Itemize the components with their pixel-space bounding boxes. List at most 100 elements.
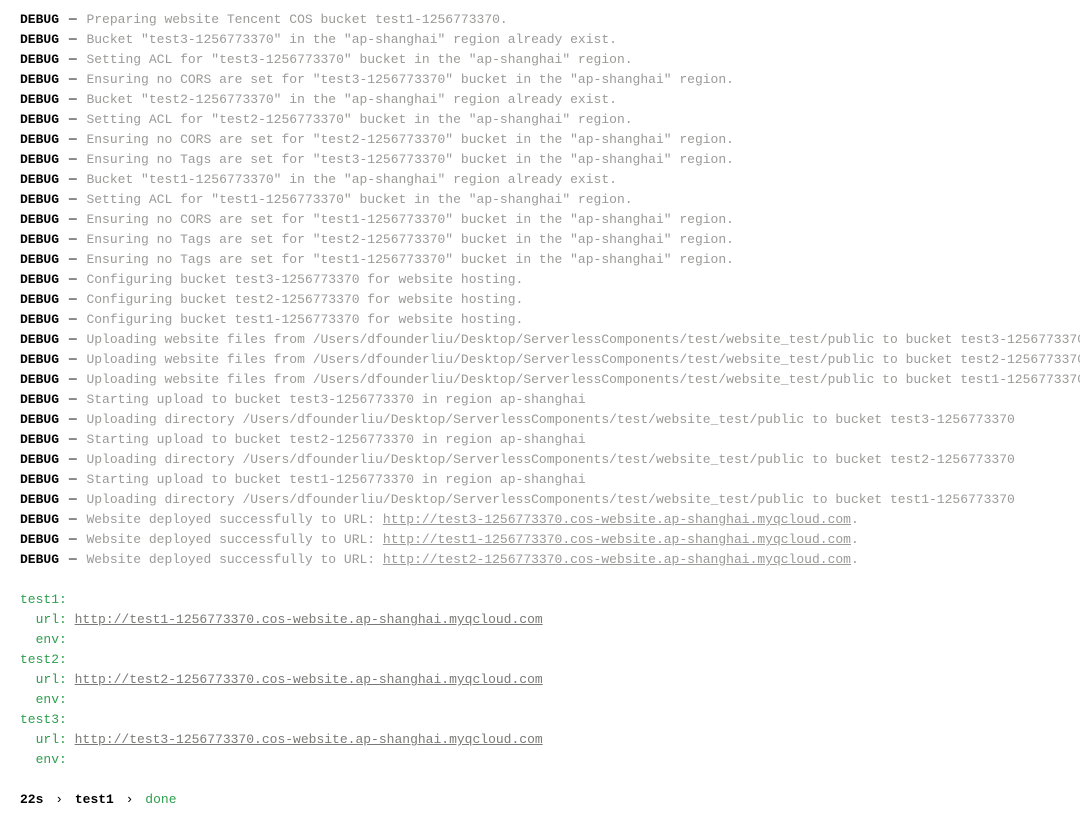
log-line: DEBUG ─ Configuring bucket test2-1256773…	[20, 290, 1060, 310]
log-line: DEBUG ─ Bucket "test2-1256773370" in the…	[20, 90, 1060, 110]
deployed-url-link[interactable]: http://test3-1256773370.cos-website.ap-s…	[383, 512, 851, 527]
log-line: DEBUG ─ Configuring bucket test1-1256773…	[20, 310, 1060, 330]
log-message: Uploading directory /Users/dfounderliu/D…	[86, 412, 1014, 427]
output-name: test3:	[20, 710, 1060, 730]
log-level: DEBUG	[20, 312, 59, 327]
output-url-key: url:	[36, 612, 75, 627]
log-message: Setting ACL for "test3-1256773370" bucke…	[86, 52, 632, 67]
log-message: Bucket "test2-1256773370" in the "ap-sha…	[86, 92, 617, 107]
log-level: DEBUG	[20, 532, 59, 547]
log-dash: ─	[69, 372, 77, 387]
deployed-url-link[interactable]: http://test2-1256773370.cos-website.ap-s…	[383, 552, 851, 567]
output-url-link[interactable]: http://test3-1256773370.cos-website.ap-s…	[75, 732, 543, 747]
output-env-line: env:	[20, 630, 1060, 650]
log-dash: ─	[69, 92, 77, 107]
log-level: DEBUG	[20, 292, 59, 307]
log-line: DEBUG ─ Ensuring no CORS are set for "te…	[20, 130, 1060, 150]
output-env-key: env:	[36, 692, 67, 707]
log-level: DEBUG	[20, 152, 59, 167]
log-line: DEBUG ─ Uploading directory /Users/dfoun…	[20, 490, 1060, 510]
output-key: test2:	[20, 652, 67, 667]
log-level: DEBUG	[20, 352, 59, 367]
log-level: DEBUG	[20, 372, 59, 387]
log-dash: ─	[69, 152, 77, 167]
log-dash: ─	[69, 392, 77, 407]
log-message: Ensuring no CORS are set for "test2-1256…	[86, 132, 734, 147]
log-dash: ─	[69, 552, 77, 567]
log-message: Website deployed successfully to URL:	[86, 532, 382, 547]
log-line: DEBUG ─ Preparing website Tencent COS bu…	[20, 10, 1060, 30]
log-line: DEBUG ─ Configuring bucket test3-1256773…	[20, 270, 1060, 290]
output-url-link[interactable]: http://test1-1256773370.cos-website.ap-s…	[75, 612, 543, 627]
log-dash: ─	[69, 272, 77, 287]
deployed-url-link[interactable]: http://test1-1256773370.cos-website.ap-s…	[383, 532, 851, 547]
log-message: Bucket "test3-1256773370" in the "ap-sha…	[86, 32, 617, 47]
log-message: Uploading website files from /Users/dfou…	[86, 352, 1080, 367]
log-dash: ─	[69, 32, 77, 47]
log-suffix: .	[851, 532, 859, 547]
log-level: DEBUG	[20, 72, 59, 87]
log-level: DEBUG	[20, 552, 59, 567]
log-dash: ─	[69, 532, 77, 547]
log-level: DEBUG	[20, 512, 59, 527]
log-line: DEBUG ─ Starting upload to bucket test1-…	[20, 470, 1060, 490]
log-dash: ─	[69, 212, 77, 227]
log-level: DEBUG	[20, 12, 59, 27]
log-line: DEBUG ─ Starting upload to bucket test3-…	[20, 390, 1060, 410]
status-time: 22s	[20, 792, 43, 807]
log-line: DEBUG ─ Setting ACL for "test1-125677337…	[20, 190, 1060, 210]
output-url-link[interactable]: http://test2-1256773370.cos-website.ap-s…	[75, 672, 543, 687]
log-message: Uploading website files from /Users/dfou…	[86, 372, 1080, 387]
log-message: Configuring bucket test1-1256773370 for …	[86, 312, 523, 327]
log-dash: ─	[69, 12, 77, 27]
log-line: DEBUG ─ Uploading directory /Users/dfoun…	[20, 450, 1060, 470]
log-dash: ─	[69, 452, 77, 467]
log-message: Bucket "test1-1256773370" in the "ap-sha…	[86, 172, 617, 187]
status-sep-2: ›	[126, 792, 134, 807]
log-suffix: .	[851, 512, 859, 527]
log-line: DEBUG ─ Website deployed successfully to…	[20, 550, 1060, 570]
log-message: Ensuring no Tags are set for "test2-1256…	[86, 232, 734, 247]
log-level: DEBUG	[20, 112, 59, 127]
log-dash: ─	[69, 52, 77, 67]
output-url-line: url: http://test2-1256773370.cos-website…	[20, 670, 1060, 690]
log-dash: ─	[69, 132, 77, 147]
log-message: Setting ACL for "test2-1256773370" bucke…	[86, 112, 632, 127]
log-level: DEBUG	[20, 212, 59, 227]
log-level: DEBUG	[20, 332, 59, 347]
status-sep-1: ›	[55, 792, 63, 807]
log-dash: ─	[69, 172, 77, 187]
log-line: DEBUG ─ Ensuring no Tags are set for "te…	[20, 250, 1060, 270]
log-dash: ─	[69, 492, 77, 507]
debug-log: DEBUG ─ Preparing website Tencent COS bu…	[20, 10, 1060, 570]
status-name: test1	[75, 792, 114, 807]
log-level: DEBUG	[20, 272, 59, 287]
output-env-key: env:	[36, 752, 67, 767]
log-dash: ─	[69, 312, 77, 327]
log-message: Starting upload to bucket test2-12567733…	[86, 432, 585, 447]
log-dash: ─	[69, 512, 77, 527]
outputs-block: test1: url: http://test1-1256773370.cos-w…	[20, 590, 1060, 770]
log-dash: ─	[69, 292, 77, 307]
log-suffix: .	[851, 552, 859, 567]
output-key: test1:	[20, 592, 67, 607]
output-url-line: url: http://test1-1256773370.cos-website…	[20, 610, 1060, 630]
log-dash: ─	[69, 192, 77, 207]
log-dash: ─	[69, 232, 77, 247]
log-level: DEBUG	[20, 412, 59, 427]
log-line: DEBUG ─ Setting ACL for "test2-125677337…	[20, 110, 1060, 130]
log-message: Ensuring no Tags are set for "test3-1256…	[86, 152, 734, 167]
log-dash: ─	[69, 352, 77, 367]
log-line: DEBUG ─ Bucket "test1-1256773370" in the…	[20, 170, 1060, 190]
log-level: DEBUG	[20, 92, 59, 107]
log-dash: ─	[69, 472, 77, 487]
log-dash: ─	[69, 252, 77, 267]
log-dash: ─	[69, 412, 77, 427]
log-message: Website deployed successfully to URL:	[86, 512, 382, 527]
log-message: Configuring bucket test2-1256773370 for …	[86, 292, 523, 307]
log-line: DEBUG ─ Ensuring no Tags are set for "te…	[20, 150, 1060, 170]
log-message: Uploading directory /Users/dfounderliu/D…	[86, 492, 1014, 507]
log-level: DEBUG	[20, 472, 59, 487]
log-line: DEBUG ─ Setting ACL for "test3-125677337…	[20, 50, 1060, 70]
output-url-key: url:	[36, 672, 75, 687]
